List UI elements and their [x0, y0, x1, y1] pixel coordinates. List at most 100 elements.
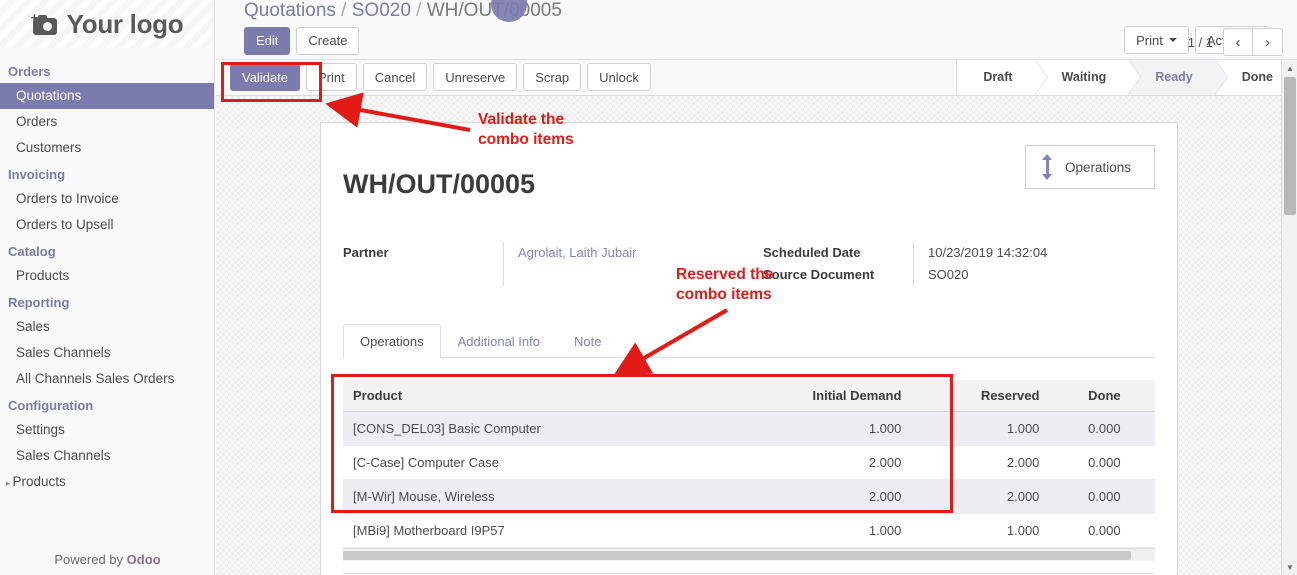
scheduled-date-label: Scheduled Date: [763, 245, 861, 260]
table-body: [CONS_DEL03] Basic Computer 1.000 1.000 …: [343, 411, 1155, 548]
sidebar-item-settings[interactable]: Settings: [0, 417, 214, 443]
table-row[interactable]: [M-Wir] Mouse, Wireless 2.000 2.000 0.00…: [343, 479, 1155, 514]
cell-product[interactable]: [M-Wir] Mouse, Wireless: [343, 479, 725, 514]
form-fields: Partner Agrolait, Laith Jubair Scheduled…: [343, 242, 1155, 286]
column-header-done[interactable]: Done: [1049, 380, 1131, 412]
scrap-button[interactable]: Scrap: [523, 63, 582, 91]
partner-value-wrap: Agrolait, Laith Jubair: [503, 242, 637, 286]
scrollbar-thumb[interactable]: [343, 551, 1131, 560]
chevron-left-icon: ‹: [1235, 33, 1241, 51]
powered-by-prefix: Powered by: [54, 552, 127, 567]
field-group-right: Scheduled Date Source Document 10/23/201…: [763, 242, 1047, 286]
scroll-down-icon[interactable]: ▼: [1282, 559, 1297, 575]
chevron-right-icon: ›: [1265, 33, 1270, 51]
notebook-tabs: Operations Additional Info Note: [343, 324, 1155, 358]
sidebar-section-orders: Orders: [8, 64, 51, 79]
cell-reserved[interactable]: 2.000: [911, 479, 1050, 514]
cell-spacer: [1130, 445, 1155, 480]
up-down-arrow-icon: [1042, 154, 1053, 180]
logo-area[interactable]: + Your logo: [0, 0, 214, 48]
sidebar-item-customers[interactable]: Customers: [0, 135, 214, 161]
sidebar-item-config-products[interactable]: ▸ Products: [0, 469, 214, 496]
sidebar-item-all-channels-sales-orders[interactable]: All Channels Sales Orders: [0, 366, 214, 392]
print-button[interactable]: Print: [306, 63, 357, 91]
cell-product[interactable]: [C-Case] Computer Case: [343, 445, 725, 480]
sidebar-item-orders[interactable]: Orders: [0, 109, 214, 135]
page-vertical-scrollbar[interactable]: ▲ ▼: [1281, 60, 1297, 575]
vertical-scrollbar-thumb[interactable]: [1284, 77, 1296, 215]
table-row[interactable]: [C-Case] Computer Case 2.000 2.000 0.000: [343, 445, 1155, 480]
validate-button[interactable]: Validate: [230, 63, 301, 91]
breadcrumb-sep-2: /: [410, 0, 427, 21]
operations-stat-button[interactable]: Operations: [1025, 145, 1155, 189]
action-button-group: Validate Print Cancel Unreserve Scrap Un…: [230, 63, 651, 91]
cell-initial-demand[interactable]: 2.000: [724, 479, 912, 514]
create-button[interactable]: Create: [296, 26, 360, 55]
sidebar-item-products[interactable]: Products: [0, 263, 214, 289]
control-panel: Quotations / SO020 / WH/OUT/00005 Edit C…: [216, 0, 1297, 60]
sidebar-section-reporting: Reporting: [8, 295, 70, 310]
edit-button[interactable]: Edit: [244, 26, 291, 55]
tab-note[interactable]: Note: [557, 324, 618, 357]
odoo-brand-link[interactable]: Odoo: [127, 552, 161, 567]
right-field-values: 10/23/2019 14:32:04 SO020: [913, 242, 1047, 286]
breadcrumb-order[interactable]: SO020: [352, 0, 411, 21]
sidebar-item-config-products-label: Products: [12, 474, 66, 489]
print-dropdown-button[interactable]: Print: [1124, 26, 1189, 54]
form-sheet-wrapper: Operations WH/OUT/00005 Partner Agrolait…: [320, 122, 1178, 575]
column-header-reserved[interactable]: Reserved: [911, 380, 1050, 412]
pager-next-button[interactable]: ›: [1253, 28, 1283, 56]
source-document-label: Source Document: [763, 267, 875, 282]
cell-reserved[interactable]: 1.000: [911, 411, 1050, 446]
cell-product[interactable]: [MBi9] Motherboard I9P57: [343, 513, 725, 548]
unreserve-button[interactable]: Unreserve: [433, 63, 518, 91]
cell-done[interactable]: 0.000: [1049, 479, 1131, 514]
cell-initial-demand[interactable]: 1.000: [724, 513, 912, 548]
cell-product[interactable]: [CONS_DEL03] Basic Computer: [343, 411, 725, 446]
cell-reserved[interactable]: 2.000: [911, 445, 1050, 480]
cell-done[interactable]: 0.000: [1049, 411, 1131, 446]
table-row[interactable]: [MBi9] Motherboard I9P57 1.000 1.000 0.0…: [343, 513, 1155, 548]
column-header-product[interactable]: Product: [343, 380, 725, 412]
cell-reserved[interactable]: 1.000: [911, 513, 1050, 548]
camera-add-icon: +: [31, 11, 59, 35]
breadcrumb-sep-1: /: [335, 0, 352, 21]
source-document-value: SO020: [928, 267, 969, 282]
sidebar-item-orders-to-upsell[interactable]: Orders to Upsell: [0, 212, 214, 238]
main-content: Quotations / SO020 / WH/OUT/00005 Edit C…: [216, 0, 1297, 575]
column-header-initial-demand[interactable]: Initial Demand: [724, 380, 912, 412]
partner-value[interactable]: Agrolait, Laith Jubair: [518, 242, 637, 264]
status-step-draft[interactable]: Draft: [956, 60, 1048, 95]
cell-initial-demand[interactable]: 1.000: [724, 411, 912, 446]
sidebar-section-catalog: Catalog: [8, 244, 56, 259]
sidebar-item-quotations[interactable]: Quotations: [0, 83, 214, 109]
cell-done[interactable]: 0.000: [1049, 445, 1131, 480]
sidebar-item-config-sales-channels[interactable]: Sales Channels: [0, 443, 214, 469]
pager-counter: 1 / 1: [1187, 34, 1213, 50]
unlock-button[interactable]: Unlock: [587, 63, 651, 91]
tab-additional-info[interactable]: Additional Info: [441, 324, 557, 357]
scroll-up-icon[interactable]: ▲: [1282, 60, 1297, 76]
print-dropdown-label: Print: [1136, 32, 1163, 48]
sidebar-nav: Orders Quotations Orders Customers Invoi…: [0, 48, 214, 496]
table-horizontal-scrollbar[interactable]: [343, 548, 1155, 561]
cell-done[interactable]: 0.000: [1049, 513, 1131, 548]
cell-spacer: [1130, 513, 1155, 548]
field-group-left: Partner Agrolait, Laith Jubair: [343, 242, 763, 286]
sidebar-item-sales[interactable]: Sales: [0, 314, 214, 340]
status-step-waiting[interactable]: Waiting: [1034, 60, 1141, 95]
sidebar-item-sales-channels[interactable]: Sales Channels: [0, 340, 214, 366]
scheduled-date-value: 10/23/2019 14:32:04: [928, 245, 1048, 260]
status-row: Validate Print Cancel Unreserve Scrap Un…: [216, 60, 1297, 96]
breadcrumb-root[interactable]: Quotations: [244, 0, 336, 21]
sidebar-item-orders-to-invoice[interactable]: Orders to Invoice: [0, 186, 214, 212]
cancel-button[interactable]: Cancel: [362, 63, 428, 91]
logo-text: Your logo: [66, 8, 184, 39]
chevron-right-icon: ▸: [6, 478, 11, 488]
sidebar-section-configuration: Configuration: [8, 398, 94, 413]
cell-initial-demand[interactable]: 2.000: [724, 445, 912, 480]
table-row[interactable]: [CONS_DEL03] Basic Computer 1.000 1.000 …: [343, 411, 1155, 446]
tab-operations[interactable]: Operations: [343, 324, 441, 358]
pager-previous-button[interactable]: ‹: [1223, 28, 1253, 56]
pager-group: 1 / 1 ‹ ›: [1188, 28, 1283, 56]
